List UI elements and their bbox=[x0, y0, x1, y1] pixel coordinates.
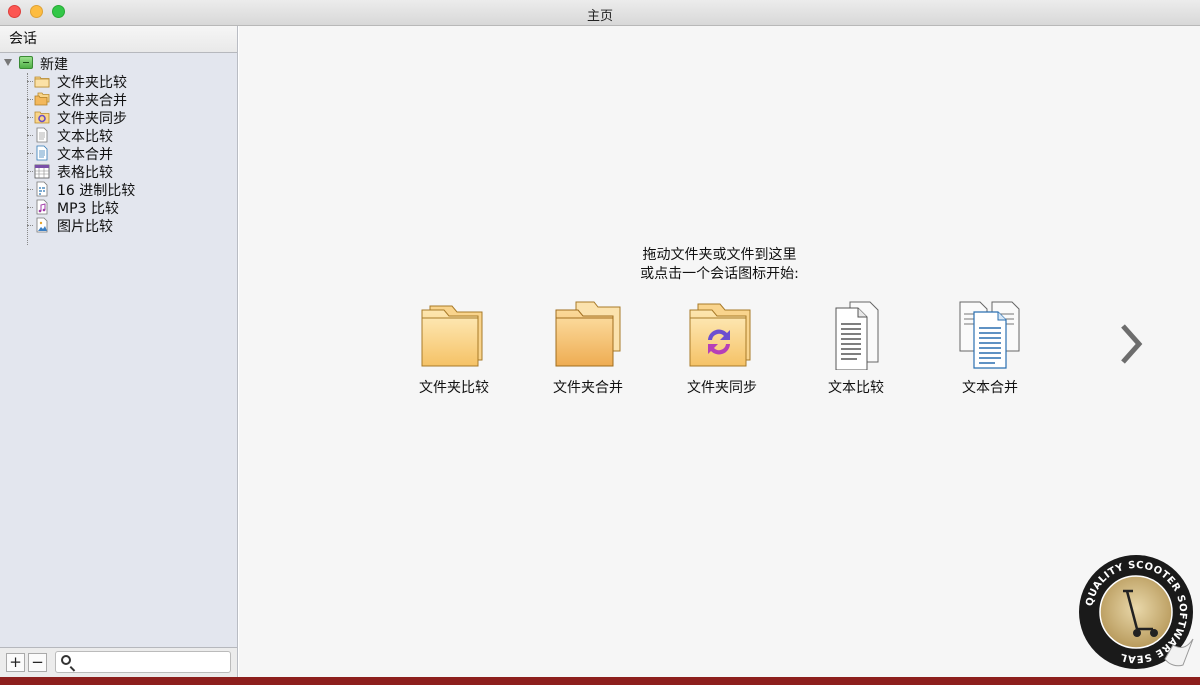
sidebar-item-label: 文件夹合并 bbox=[57, 93, 127, 109]
chevron-right-icon[interactable] bbox=[1115, 322, 1145, 366]
hex-compare-icon bbox=[36, 181, 48, 197]
session-label: 文本比较 bbox=[828, 380, 884, 396]
sidebar-footer: + − bbox=[0, 647, 237, 677]
session-label: 文件夹合并 bbox=[553, 380, 623, 396]
home-panel: 拖动文件夹或文件到这里 或点击一个会话图标开始: 文件夹比较 文件夹合并 文件夹 bbox=[239, 26, 1200, 677]
sidebar-item-text-merge[interactable]: 文本合并 bbox=[0, 144, 237, 163]
disclosure-triangle-icon[interactable] bbox=[4, 59, 12, 66]
session-label: 文本合并 bbox=[962, 380, 1018, 396]
session-tree: 新建 文件夹比较 文件夹合并 文件夹同步 文本比较 文本合并 表格比较 16 进… bbox=[0, 53, 237, 245]
sessions-sidebar: 会话 新建 文件夹比较 文件夹合并 文件夹同步 文本比较 文本合并 表格比较 1… bbox=[0, 26, 238, 677]
drop-hint-line2: 或点击一个会话图标开始: bbox=[640, 266, 799, 282]
tree-root-label: 新建 bbox=[40, 57, 68, 73]
sidebar-item-mp3-compare[interactable]: MP3 比较 bbox=[0, 198, 237, 217]
text-compare-icon bbox=[36, 127, 48, 143]
sidebar-item-label: 图片比较 bbox=[57, 219, 113, 235]
sidebar-item-label: MP3 比较 bbox=[57, 201, 119, 217]
sidebar-item-label: 16 进制比较 bbox=[57, 183, 136, 199]
remove-session-button[interactable]: − bbox=[28, 653, 47, 672]
sidebar-item-label: 表格比较 bbox=[57, 165, 113, 181]
sidebar-item-folder-sync[interactable]: 文件夹同步 bbox=[0, 108, 237, 127]
session-folder-merge-button[interactable]: 文件夹合并 bbox=[528, 300, 648, 396]
sidebar-item-folder-merge[interactable]: 文件夹合并 bbox=[0, 90, 237, 109]
drop-hint-line1: 拖动文件夹或文件到这里 bbox=[642, 247, 797, 263]
scooter-seal-icon: QUALITY SCOOTER SOFTWARE SEAL bbox=[1079, 555, 1194, 669]
folder-sync-icon bbox=[34, 111, 50, 124]
window-title: 主页 bbox=[586, 9, 613, 24]
sidebar-item-picture-compare[interactable]: 图片比较 bbox=[0, 216, 237, 235]
sidebar-item-hex-compare[interactable]: 16 进制比较 bbox=[0, 180, 237, 199]
folder-merge-icon bbox=[34, 92, 50, 106]
table-compare-icon bbox=[34, 164, 50, 179]
session-label: 文件夹比较 bbox=[419, 380, 489, 396]
sidebar-item-label: 文件夹同步 bbox=[57, 111, 127, 127]
window-bottom-bar bbox=[0, 677, 1200, 685]
title-bar: 主页 bbox=[0, 0, 1200, 26]
search-icon bbox=[61, 655, 71, 665]
session-search-input[interactable] bbox=[55, 651, 231, 673]
new-session-icon bbox=[19, 56, 33, 69]
session-text-compare-button[interactable]: 文本比较 bbox=[796, 300, 916, 396]
sidebar-item-folder-compare[interactable]: 文件夹比较 bbox=[0, 72, 237, 91]
session-folder-sync-button[interactable]: 文件夹同步 bbox=[662, 300, 782, 396]
sidebar-item-table-compare[interactable]: 表格比较 bbox=[0, 162, 237, 181]
tree-root-new[interactable]: 新建 bbox=[0, 54, 237, 73]
text-merge-icon bbox=[959, 301, 1020, 369]
sidebar-item-label: 文件夹比较 bbox=[57, 75, 127, 91]
session-label: 文件夹同步 bbox=[687, 380, 757, 396]
folder-compare-icon bbox=[421, 305, 483, 367]
sidebar-item-label: 文本比较 bbox=[57, 129, 113, 145]
add-session-button[interactable]: + bbox=[6, 653, 25, 672]
folder-compare-icon bbox=[34, 76, 50, 88]
text-merge-icon bbox=[36, 145, 48, 161]
sidebar-header: 会话 bbox=[0, 26, 237, 53]
folder-merge-icon bbox=[555, 301, 621, 367]
session-folder-compare-button[interactable]: 文件夹比较 bbox=[394, 300, 514, 396]
session-text-merge-button[interactable]: 文本合并 bbox=[930, 300, 1050, 396]
picture-compare-icon bbox=[36, 217, 48, 233]
sidebar-item-text-compare[interactable]: 文本比较 bbox=[0, 126, 237, 145]
folder-sync-icon bbox=[689, 303, 751, 367]
mp3-compare-icon bbox=[36, 199, 48, 215]
text-compare-icon bbox=[835, 301, 879, 371]
sidebar-item-label: 文本合并 bbox=[57, 147, 113, 163]
